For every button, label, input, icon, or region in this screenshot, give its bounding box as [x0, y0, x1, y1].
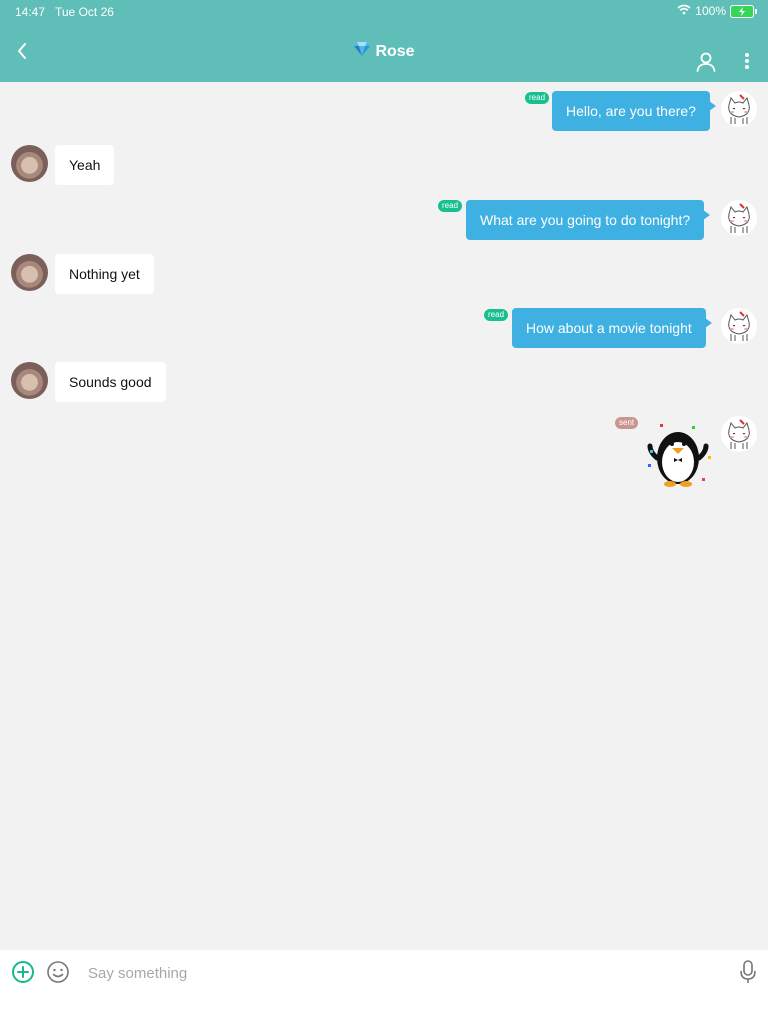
chat-header: Rose [0, 24, 768, 82]
message-row: Nothing yet [0, 253, 768, 297]
battery-percent: 100% [695, 4, 726, 18]
voice-input-button[interactable] [738, 958, 758, 986]
message-bubble-incoming[interactable]: Nothing yet [55, 254, 154, 294]
status-indicators: 100% [677, 4, 757, 18]
message-row: read What are you going to do tonight? [0, 198, 768, 242]
message-bubble-outgoing[interactable]: Hello, are you there? [552, 91, 716, 131]
battery-icon [730, 4, 757, 18]
contact-avatar[interactable] [11, 145, 48, 182]
status-date: Tue Oct 26 [55, 5, 114, 19]
cat-avatar-icon [728, 419, 750, 449]
contact-avatar[interactable] [11, 254, 48, 291]
more-vertical-icon [744, 51, 750, 76]
smiley-icon [46, 961, 70, 988]
my-avatar[interactable] [721, 200, 757, 236]
person-icon [694, 52, 718, 78]
status-time: 14:47 [15, 5, 46, 19]
add-attachment-button[interactable] [11, 960, 35, 984]
sent-badge: sent [615, 417, 639, 429]
message-bubble-outgoing[interactable]: How about a movie tonight [512, 308, 712, 348]
read-badge: read [525, 92, 550, 104]
cat-avatar-icon [728, 94, 750, 124]
more-options-button[interactable] [738, 50, 756, 76]
read-badge: read [484, 309, 509, 321]
status-bar: 14:47 Tue Oct 26 100% [0, 0, 768, 24]
message-row: read How about a movie tonight [0, 307, 768, 351]
emoji-button[interactable] [46, 960, 70, 984]
message-bubble-outgoing[interactable]: What are you going to do tonight? [466, 200, 711, 240]
diamond-icon [353, 41, 371, 62]
contact-avatar[interactable] [11, 362, 48, 399]
message-row: Sounds good [0, 361, 768, 405]
chat-title[interactable]: Rose [0, 41, 768, 62]
message-bubble-incoming[interactable]: Yeah [55, 145, 115, 185]
message-row: read Hello, are you there? [0, 90, 768, 134]
read-badge: read [438, 200, 463, 212]
my-avatar[interactable] [721, 91, 757, 127]
my-avatar[interactable] [721, 416, 757, 452]
message-row: sent [0, 414, 768, 494]
my-avatar[interactable] [721, 308, 757, 344]
plus-circle-icon [11, 961, 35, 988]
message-row: Yeah [0, 144, 768, 188]
contact-name: Rose [375, 42, 415, 60]
wifi-icon [677, 4, 691, 18]
cat-avatar-icon [728, 203, 750, 233]
profile-button[interactable] [694, 50, 720, 76]
message-input[interactable] [86, 958, 690, 988]
message-bubble-incoming[interactable]: Sounds good [55, 362, 166, 402]
cat-avatar-icon [728, 311, 750, 341]
penguin-sticker[interactable] [644, 420, 716, 494]
microphone-icon [738, 960, 758, 990]
